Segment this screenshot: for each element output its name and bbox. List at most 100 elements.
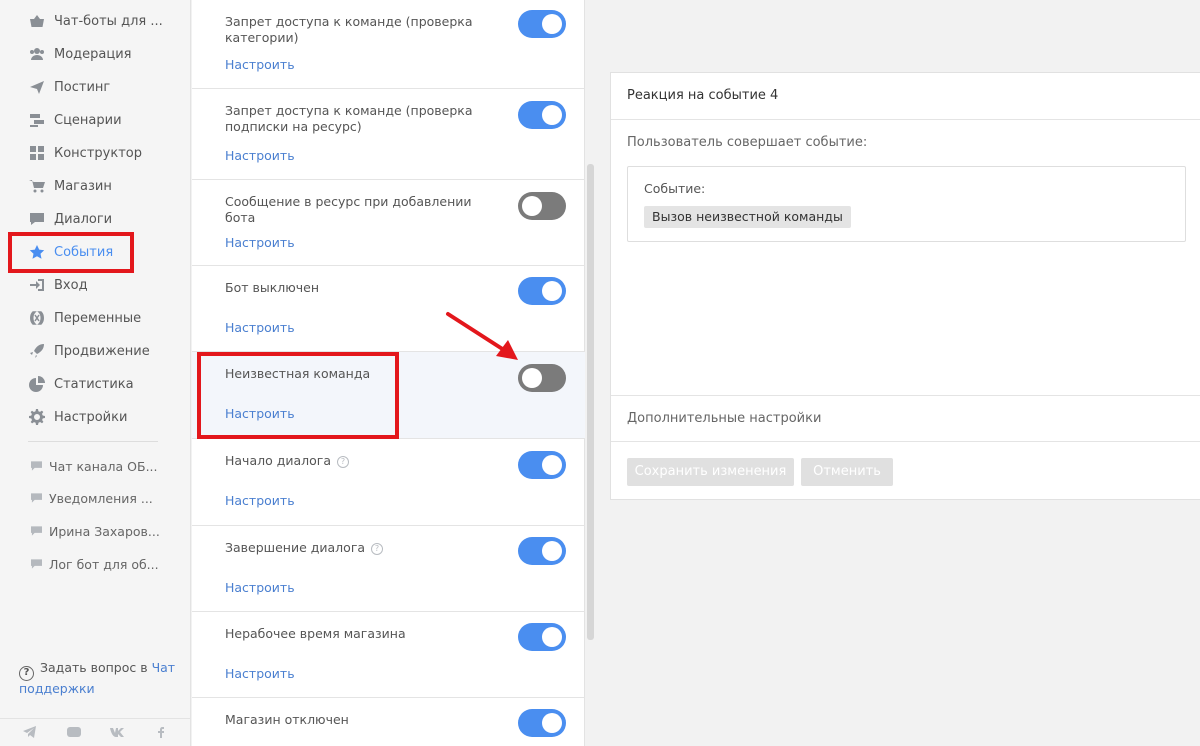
event-title: Начало диалога? bbox=[225, 453, 495, 469]
nav-item-scenarios[interactable]: Сценарии bbox=[28, 109, 122, 131]
nav-item-label: Настройки bbox=[54, 409, 128, 425]
event-toggle[interactable] bbox=[518, 277, 566, 305]
panel-subtitle: Пользователь совершает событие: bbox=[627, 135, 868, 150]
configure-link[interactable]: Настроить bbox=[225, 320, 295, 335]
chat-item-label: Лог бот для об... bbox=[49, 556, 159, 572]
configure-link[interactable]: Настроить bbox=[225, 235, 295, 250]
event-row: Запрет доступа к команде (проверка катег… bbox=[192, 0, 585, 89]
event-toggle[interactable] bbox=[518, 623, 566, 651]
event-title-text: Завершение диалога bbox=[225, 540, 366, 555]
chat-bubble-icon bbox=[30, 526, 42, 536]
event-toggle[interactable] bbox=[518, 364, 566, 392]
event-row: Запрет доступа к команде (проверка подпи… bbox=[192, 89, 585, 180]
configure-link[interactable]: Настроить bbox=[225, 148, 295, 163]
nav-item-dialogs[interactable]: Диалоги bbox=[28, 208, 112, 230]
divider bbox=[611, 119, 1200, 120]
nav-item-statistics[interactable]: Статистика bbox=[28, 373, 134, 395]
nav-item-login[interactable]: Вход bbox=[28, 274, 88, 296]
event-row: Завершение диалога? Настроить bbox=[192, 526, 585, 612]
nav-item-label: Постинг bbox=[54, 79, 111, 95]
event-title: Запрет доступа к команде (проверка подпи… bbox=[225, 103, 473, 134]
event-toggle[interactable] bbox=[518, 451, 566, 479]
nav-item-label: Конструктор bbox=[54, 145, 142, 161]
event-toggle[interactable] bbox=[518, 709, 566, 737]
chat-item-label: Ирина Захаров... bbox=[49, 523, 160, 539]
configure-link[interactable]: Настроить bbox=[225, 666, 295, 681]
question-icon: ? bbox=[19, 665, 34, 681]
event-toggle[interactable] bbox=[518, 537, 566, 565]
chat-item-label: Уведомления ... bbox=[49, 490, 153, 506]
nav-item-label: Продвижение bbox=[54, 343, 150, 359]
chat-item[interactable]: Лог бот для об... bbox=[30, 554, 159, 574]
chat-bubble-icon bbox=[30, 559, 42, 569]
annotation-highlight-box bbox=[8, 232, 134, 273]
event-row: Начало диалога? Настроить bbox=[192, 439, 585, 526]
configure-link[interactable]: Настроить bbox=[225, 493, 295, 508]
event-row: Магазин отключен bbox=[192, 698, 585, 746]
event-title: Сообщение в ресурс при добавлении бота bbox=[225, 194, 472, 225]
cancel-button[interactable]: Отменить bbox=[801, 458, 893, 486]
cart-icon bbox=[28, 177, 46, 195]
event-title: Нерабочее время магазина bbox=[225, 626, 406, 641]
pie-chart-icon bbox=[28, 375, 46, 393]
chat-item-label: Чат канала ОБ... bbox=[49, 458, 158, 474]
sidebar: Чат-боты для ... Модерация Постинг Сцена… bbox=[0, 0, 191, 746]
grid-icon bbox=[28, 144, 46, 162]
chat-bubble-icon bbox=[30, 493, 42, 503]
question-icon[interactable]: ? bbox=[371, 543, 384, 555]
help-block: ? Задать вопрос в Чат поддержки bbox=[19, 660, 179, 697]
annotation-arrow-icon bbox=[446, 312, 518, 360]
vk-icon[interactable] bbox=[108, 724, 126, 740]
chat-item[interactable]: Ирина Захаров... bbox=[30, 521, 160, 541]
nav-item-label: Статистика bbox=[54, 376, 134, 392]
event-title: Бот выключен bbox=[225, 280, 320, 295]
support-chat-link[interactable]: Чат bbox=[152, 660, 176, 675]
nav-item-promotion[interactable]: Продвижение bbox=[28, 340, 150, 362]
nav-item-label: Диалоги bbox=[54, 211, 113, 227]
nav-item-variables[interactable]: Переменные bbox=[28, 307, 141, 329]
nav-item-moderation[interactable]: Модерация bbox=[28, 43, 132, 65]
chat-item[interactable]: Уведомления ... bbox=[30, 488, 153, 508]
users-icon bbox=[28, 45, 46, 63]
question-icon[interactable]: ? bbox=[337, 456, 350, 468]
save-button[interactable]: Сохранить изменения bbox=[627, 458, 794, 486]
event-title: Магазин отключен bbox=[225, 712, 349, 727]
nav-item-settings[interactable]: Настройки bbox=[28, 406, 127, 428]
event-toggle[interactable] bbox=[518, 10, 566, 38]
event-toggle[interactable] bbox=[518, 101, 566, 129]
gear-icon bbox=[28, 408, 46, 426]
sign-in-icon bbox=[28, 276, 46, 294]
nav-item-label: Вход bbox=[54, 277, 88, 293]
event-title-text: Начало диалога bbox=[225, 453, 332, 468]
event-row: Сообщение в ресурс при добавлении бота Н… bbox=[192, 180, 585, 266]
youtube-icon[interactable] bbox=[65, 724, 83, 740]
scrollbar[interactable] bbox=[587, 164, 594, 640]
nav-item-label: Модерация bbox=[54, 46, 132, 62]
advanced-settings-toggle[interactable]: Дополнительные настройки bbox=[627, 411, 821, 426]
event-toggle[interactable] bbox=[518, 192, 566, 220]
rocket-icon bbox=[28, 342, 46, 360]
chat-item[interactable]: Чат канала ОБ... bbox=[30, 456, 157, 476]
nav-item-shop[interactable]: Магазин bbox=[28, 175, 112, 197]
nav-item-constructor[interactable]: Конструктор bbox=[28, 142, 142, 164]
chat-bubble-icon bbox=[30, 461, 42, 471]
scenario-icon bbox=[28, 111, 46, 129]
event-tag[interactable]: Вызов неизвестной команды bbox=[644, 206, 851, 228]
nav-item-label: Переменные bbox=[54, 310, 142, 326]
configure-link[interactable]: Настроить bbox=[225, 580, 295, 595]
paper-plane-icon bbox=[28, 78, 46, 96]
variable-icon bbox=[28, 309, 46, 327]
event-label: Событие: bbox=[644, 181, 706, 196]
event-reaction-panel: Реакция на событие 4 Пользователь соверш… bbox=[610, 72, 1200, 500]
support-chat-link[interactable]: поддержки bbox=[19, 681, 95, 696]
panel-title: Реакция на событие 4 bbox=[627, 88, 779, 103]
telegram-icon[interactable] bbox=[21, 724, 39, 740]
nav-item-chatbots[interactable]: Чат-боты для ... bbox=[28, 10, 163, 32]
nav-item-label: Сценарии bbox=[54, 112, 122, 128]
facebook-icon[interactable] bbox=[152, 724, 170, 740]
chat-bubble-icon bbox=[28, 210, 46, 228]
nav-item-label: Магазин bbox=[54, 178, 112, 194]
divider bbox=[611, 441, 1200, 442]
configure-link[interactable]: Настроить bbox=[225, 57, 295, 72]
nav-item-posting[interactable]: Постинг bbox=[28, 76, 110, 98]
